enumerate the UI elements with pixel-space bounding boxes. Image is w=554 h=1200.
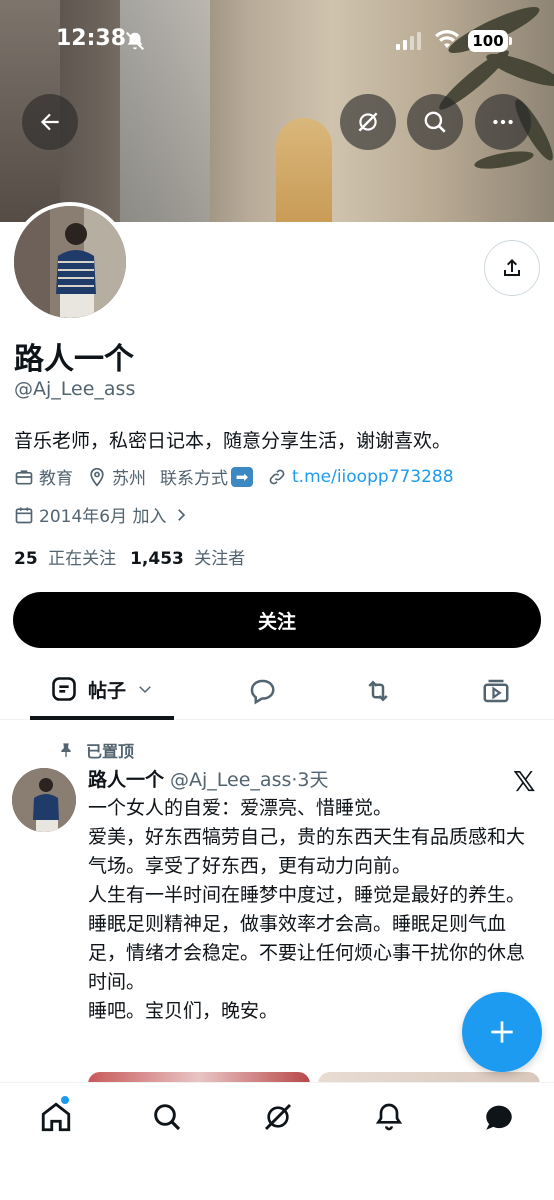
profile-contact-label: 联系方式 [160, 469, 228, 489]
compose-post-button[interactable] [462, 992, 542, 1072]
post-author-avatar[interactable] [12, 768, 76, 832]
tab-posts[interactable]: 帖子 [30, 662, 174, 720]
nav-notifications[interactable] [371, 1099, 407, 1135]
bell-icon [375, 1103, 403, 1131]
post-line: 爱美，好东西犒劳自己，贵的东西天生有品质感和大气场。享受了好东西，更有动力向前。 [88, 826, 526, 877]
link-icon [269, 469, 285, 484]
profile-joined-label: 2014年6月 加入 [39, 507, 167, 527]
profile-category: 教育 [14, 464, 73, 489]
post-body[interactable]: 一个女人的自爱：爱漂亮、惜睡觉。 爱美，好东西犒劳自己，贵的东西天生有品质感和大… [88, 794, 538, 1026]
tab-media[interactable] [470, 662, 522, 720]
chevron-down-icon [139, 686, 151, 694]
pinned-label: 已置顶 [86, 742, 135, 761]
tab-replies[interactable] [236, 662, 288, 720]
follow-stats: 25 正在关注 1,453 关注者 [14, 544, 259, 569]
profile-handle: @Aj_Lee_ass [14, 378, 136, 400]
tab-reposts[interactable] [352, 662, 404, 720]
profile-joined[interactable]: 2014年6月 加入 [14, 502, 195, 527]
profile-contact[interactable]: 联系方式 ➡ [160, 464, 253, 489]
back-button[interactable] [22, 94, 78, 150]
profile-bio: 音乐老师，私密日记本，随意分享生活，谢谢喜欢。 [14, 430, 452, 452]
profile-name: 路人一个 [14, 342, 134, 377]
grok-icon [358, 112, 378, 132]
more-button[interactable] [475, 94, 531, 150]
profile-location: 苏州 [87, 464, 146, 489]
repost-icon [368, 680, 388, 702]
post-line: 一个女人的自爱：爱漂亮、惜睡觉。 [88, 797, 393, 819]
follow-button[interactable]: 关注 [13, 592, 541, 648]
avatar-photo [14, 206, 126, 318]
followers-label: 关注者 [194, 549, 246, 569]
share-profile-button[interactable] [484, 240, 540, 296]
home-icon [41, 1102, 71, 1132]
post-line: 睡眠足则精神足，做事效率才会高。睡眠足则气血足，情绪才会稳定。不要让任何烦心事干… [88, 913, 526, 993]
profile-location-label: 苏州 [112, 469, 146, 489]
battery-indicator: 100 [468, 30, 512, 52]
following-label: 正在关注 [48, 549, 117, 569]
profile-category-label: 教育 [39, 469, 73, 489]
profile-link-text: t.me/iioopp773288 [292, 466, 454, 487]
share-icon [504, 259, 520, 276]
post-author-name[interactable]: 路人一个 [88, 769, 164, 791]
following-count: 25 [14, 549, 38, 569]
silent-bell-icon [125, 31, 145, 51]
profile-link[interactable]: t.me/iioopp773288 [267, 467, 454, 487]
more-icon [493, 119, 513, 125]
pinned-indicator: 已置顶 [58, 738, 134, 762]
media-icon [483, 679, 509, 703]
status-bar: 12:38 100 [0, 0, 554, 82]
wifi-icon [435, 30, 459, 48]
nav-home[interactable] [38, 1099, 74, 1135]
search-button[interactable] [407, 94, 463, 150]
arrow-left-icon [40, 113, 59, 131]
bottom-navigation [0, 1082, 554, 1200]
tab-posts-label: 帖子 [87, 679, 126, 702]
chevron-right-icon [178, 508, 186, 521]
grok-button[interactable] [340, 94, 396, 150]
pin-icon [61, 743, 71, 758]
profile-meta-row: 教育 苏州 联系方式 ➡ t.me/iioopp773288 [14, 464, 468, 489]
search-icon [154, 1104, 181, 1131]
nav-search[interactable] [149, 1099, 185, 1135]
followers-count: 1,453 [130, 549, 184, 569]
signal-icon [396, 32, 421, 50]
arrow-right-emoji-icon: ➡ [231, 466, 253, 487]
post-line: 人生有一半时间在睡梦中度过，睡觉是最好的养生。 [88, 884, 526, 906]
reply-icon [250, 679, 275, 705]
nav-grok[interactable] [260, 1099, 296, 1135]
briefcase-icon [15, 469, 33, 484]
following-stat[interactable]: 25 正在关注 [14, 544, 116, 569]
nav-messages[interactable] [481, 1099, 517, 1135]
followers-stat[interactable]: 1,453 关注者 [130, 544, 245, 569]
banner-skateboard [276, 118, 332, 222]
grok-icon [264, 1103, 292, 1131]
post-avatar-photo [12, 768, 76, 832]
home-notification-dot [60, 1095, 70, 1105]
location-pin-icon [90, 467, 104, 487]
profile-tabs: 帖子 [0, 662, 554, 720]
plus-icon [491, 1021, 513, 1043]
status-time: 12:38 [56, 26, 127, 51]
profile-avatar[interactable] [10, 202, 130, 322]
post-header: 路人一个 @Aj_Lee_ass·3天 [88, 765, 329, 792]
chat-icon [486, 1105, 512, 1130]
posts-icon [52, 677, 76, 701]
post-time: ·3天 [291, 769, 329, 791]
post-author-handle: @Aj_Lee_ass [170, 769, 292, 791]
calendar-icon [15, 507, 33, 523]
search-icon [424, 111, 446, 133]
